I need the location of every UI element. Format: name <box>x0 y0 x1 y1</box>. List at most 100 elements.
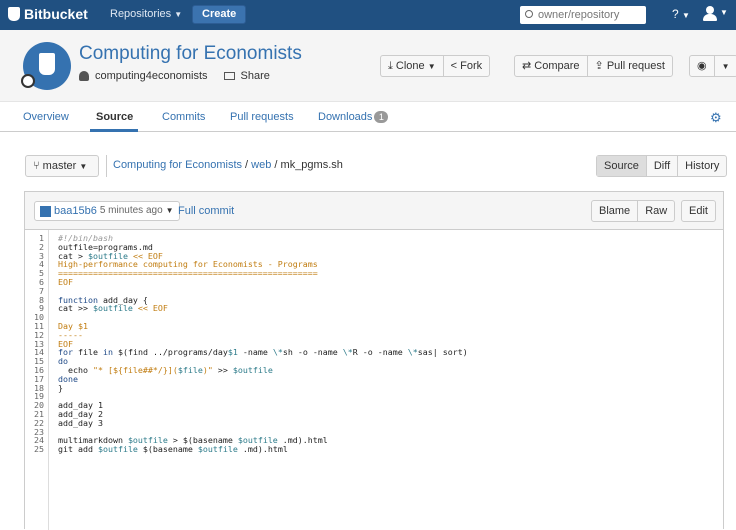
line-number-gutter: 1 2 3 4 5 6 7 8 9 10 11 12 13 14 15 16 17 18 19 20 21 22 23 24 2… <box>25 230 49 530</box>
code-token: $outfile <box>232 364 273 375</box>
code-token: sh -o -name <box>282 347 343 358</box>
edit-button[interactable]: Edit <box>681 200 716 222</box>
compare-pr-group: ⇄ Compare ⇪ Pull request <box>514 55 673 77</box>
full-commit-link[interactable]: Full commit <box>178 205 234 217</box>
compare-button[interactable]: ⇄ Compare <box>515 56 588 76</box>
code-line: } <box>58 382 718 393</box>
file-toolbar: baa15b6 5 minutes ago ▼ Full commit Blam… <box>25 192 723 230</box>
divider <box>106 155 107 177</box>
code-line: cat >> $outfile << EOF <box>58 304 718 313</box>
user-menu[interactable] <box>703 6 717 21</box>
breadcrumb-dir[interactable]: web <box>251 159 271 171</box>
code-token: .md).html <box>237 444 288 455</box>
code-token: $outfile <box>92 303 133 314</box>
code-token: )" <box>202 364 213 375</box>
code-token: << EOF <box>132 303 168 314</box>
tab-downloads[interactable]: Downloads 1 <box>318 111 389 123</box>
code-line: Day $1 <box>58 322 718 331</box>
code-token: } <box>58 382 63 393</box>
create-button[interactable]: Create <box>192 5 247 24</box>
search-icon <box>525 10 533 18</box>
history-view-button[interactable]: History <box>678 156 726 176</box>
code-lines: #!/bin/bash outfile=programs.md cat > $out… <box>58 234 718 454</box>
code-token: git add <box>58 444 98 455</box>
code-token: "* [${file##*/}]( <box>92 364 178 375</box>
repo-avatar <box>21 42 71 90</box>
private-lock-icon <box>21 74 35 88</box>
code-line: git add $outfile $(basename $outfile .md… <box>58 445 718 454</box>
tab-pull-requests[interactable]: Pull requests <box>230 111 294 123</box>
downloads-count-badge: 1 <box>374 111 389 123</box>
code-token: $1 <box>227 347 238 358</box>
caret-down-icon: ▼ <box>682 11 690 20</box>
user-avatar-icon <box>706 6 714 14</box>
tab-overview[interactable]: Overview <box>23 111 69 123</box>
view-switcher: Source Diff History <box>596 155 728 177</box>
code-line: for file in $(find ../programs/day$1 -na… <box>58 348 718 357</box>
blame-raw-group: Blame Raw <box>591 200 676 222</box>
pull-request-button[interactable]: ⇪ Pull request <box>588 56 672 76</box>
gear-icon[interactable]: ⚙ <box>710 110 722 126</box>
eye-icon: ◉ <box>690 56 715 76</box>
blame-button[interactable]: Blame <box>592 201 639 221</box>
code-line: add_day 3 <box>58 418 718 428</box>
fork-button[interactable]: < Fork <box>444 56 489 76</box>
top-navigation-bar: Bitbucket Repositories ▼ Create owner/re… <box>0 0 736 30</box>
clone-button[interactable]: ⤓ Clone ▼ <box>381 56 444 76</box>
code-token: \* <box>407 347 418 358</box>
tab-source[interactable]: Source <box>96 111 133 123</box>
code-token: cat >> <box>58 303 93 314</box>
repo-header: Computing for Economists computing4econo… <box>0 30 736 102</box>
code-line: #!/bin/bash <box>58 234 718 243</box>
search-input[interactable]: owner/repository <box>520 6 646 24</box>
breadcrumb-file: mk_pgms.sh <box>280 159 343 171</box>
code-token: $file <box>177 364 203 375</box>
committer-avatar <box>40 205 51 217</box>
branch-icon: ⑂ <box>33 160 40 172</box>
tab-commits[interactable]: Commits <box>162 111 205 123</box>
caret-down-icon: ▼ <box>79 162 88 171</box>
help-menu[interactable]: ? ▼ <box>672 7 690 21</box>
branch-selector[interactable]: ⑂ master ▼ <box>25 155 99 177</box>
active-tab-indicator <box>90 129 138 132</box>
code-token: EOF <box>58 276 73 287</box>
code-token: $outfile <box>197 444 238 455</box>
bitbucket-logo[interactable]: Bitbucket <box>8 6 88 22</box>
raw-button[interactable]: Raw <box>638 201 674 221</box>
breadcrumb: Computing for Economists / web / mk_pgms… <box>113 159 343 171</box>
code-token: \* <box>272 347 283 358</box>
code-token: sas| sort) <box>417 347 468 358</box>
code-token: -name <box>237 347 273 358</box>
code-line: ----- <box>58 330 718 340</box>
code-token: $(find ../programs/day <box>112 347 228 358</box>
code-view: 1 2 3 4 5 6 7 8 9 10 11 12 13 14 15 16 17 18 19 20 21 22 23 24 2… <box>25 230 723 530</box>
code-token: file <box>73 347 103 358</box>
breadcrumb-repo[interactable]: Computing for Economists <box>113 159 242 171</box>
repo-tabs: Overview Source Commits Pull requests Do… <box>0 102 736 132</box>
caret-down-icon: ▼ <box>427 62 436 71</box>
help-icon: ? <box>672 7 679 21</box>
line-number[interactable]: 25 <box>25 445 44 454</box>
watch-menu[interactable]: ◉ ▼ <box>689 55 736 77</box>
code-line: EOF <box>58 278 718 287</box>
user-icon <box>79 71 89 81</box>
clone-fork-group: ⤓ Clone ▼ < Fork <box>380 55 491 77</box>
code-line: echo "* [${file##*/}]($file)" >> $outfil… <box>58 366 718 375</box>
repo-title[interactable]: Computing for Economists <box>79 43 302 65</box>
code-token: \* <box>342 347 353 358</box>
code-line: add_day 1 <box>58 401 718 410</box>
code-line: add_day 2 <box>58 410 718 419</box>
commit-selector[interactable]: baa15b6 5 minutes ago ▼ <box>34 201 180 221</box>
repo-owner: computing4economists Share <box>79 70 270 82</box>
caret-down-icon: ▼ <box>720 8 728 17</box>
code-token: in <box>102 347 113 358</box>
envelope-icon <box>223 72 235 80</box>
repositories-menu[interactable]: Repositories ▼ <box>110 8 182 20</box>
caret-down-icon: ▼ <box>721 62 730 71</box>
share-link[interactable]: Share <box>241 70 270 82</box>
diff-view-button[interactable]: Diff <box>647 156 679 176</box>
source-view-button[interactable]: Source <box>597 156 647 176</box>
